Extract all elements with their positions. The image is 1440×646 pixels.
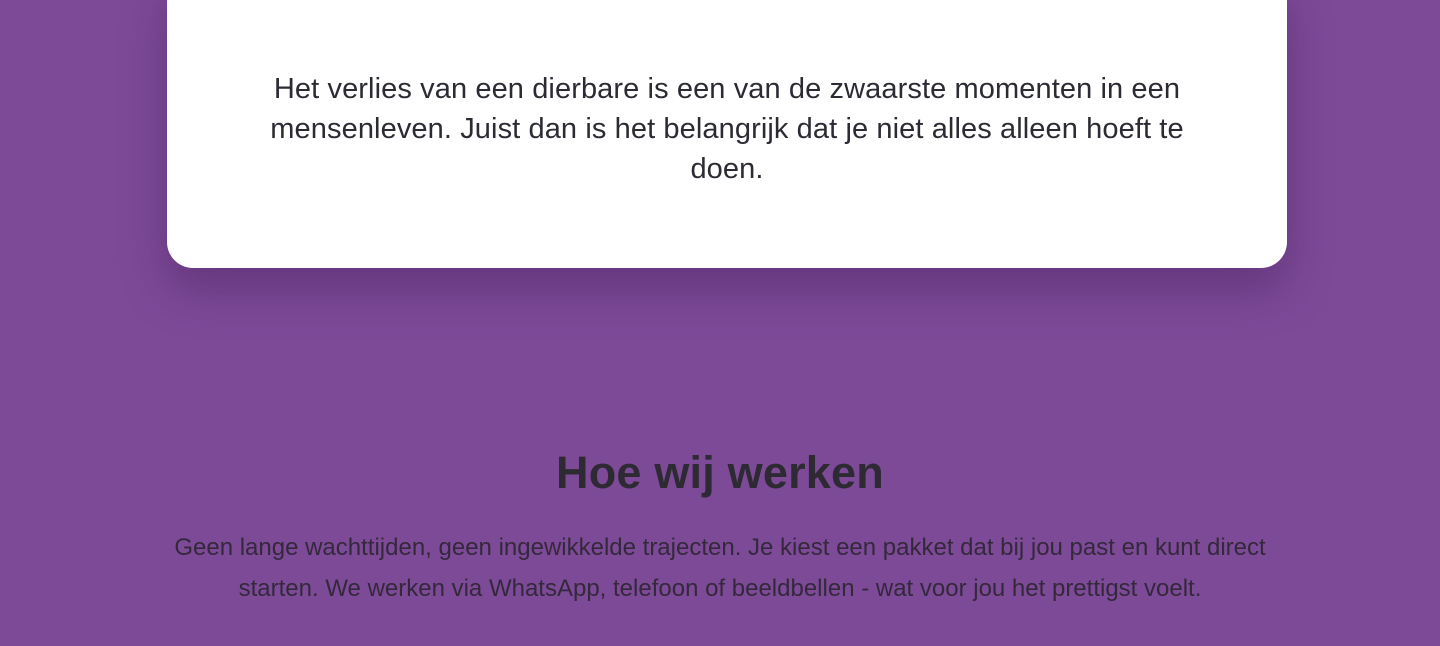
intro-text: Het verlies van een dierbare is een van …: [270, 73, 1184, 185]
section-body: Geen lange wachttijden, geen ingewikkeld…: [174, 534, 1266, 602]
section-title: Hoe wij werken: [556, 447, 884, 498]
page: Het verlies van een dierbare is een van …: [0, 0, 1440, 646]
how-we-work-section: Hoe wij werken Geen lange wachttijden, g…: [0, 440, 1440, 609]
intro-card: Het verlies van een dierbare is een van …: [167, 0, 1287, 268]
